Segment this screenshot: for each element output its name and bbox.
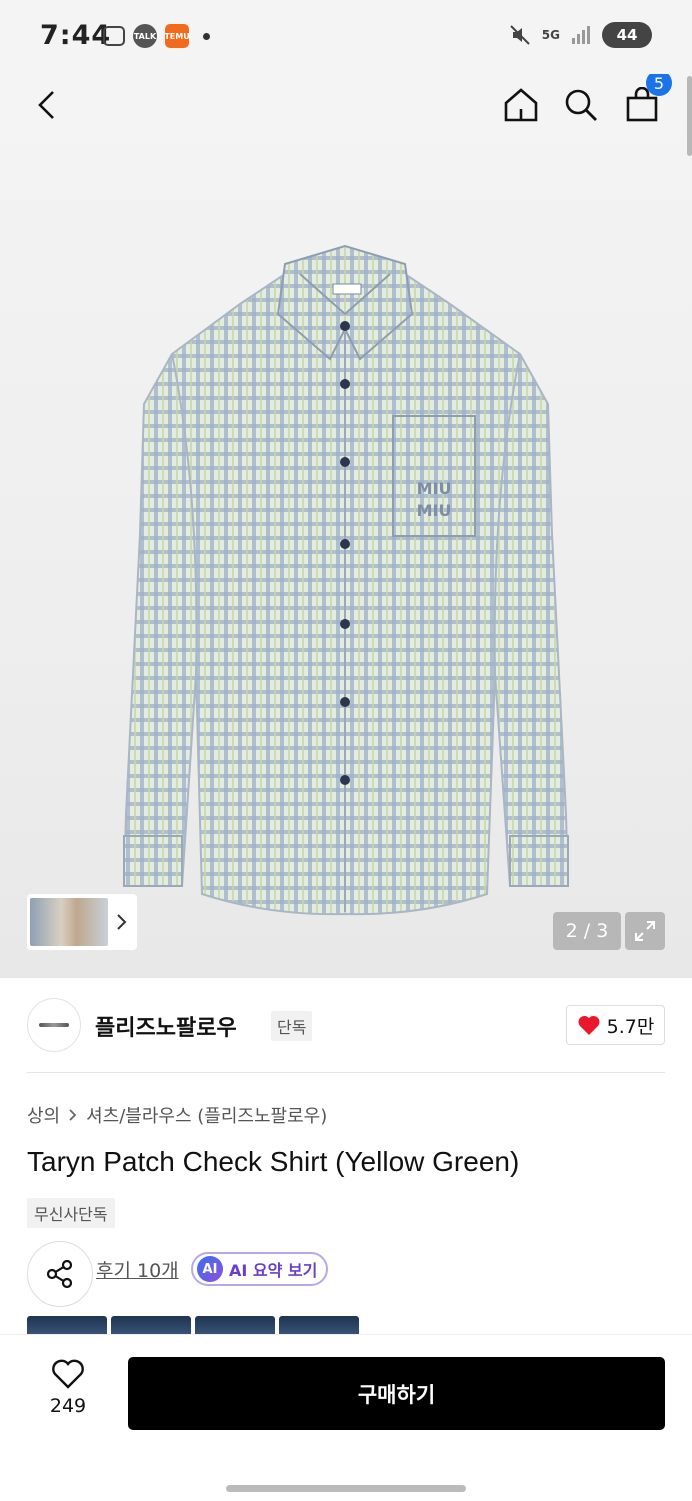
- review-photo[interactable]: [279, 1316, 359, 1336]
- chevron-right-icon: [69, 1109, 77, 1121]
- divider: [27, 1072, 665, 1073]
- review-photo-strip[interactable]: [27, 1316, 359, 1336]
- model-photo-thumbnail[interactable]: [27, 894, 137, 950]
- talk-icon: TALK: [133, 24, 157, 48]
- svg-text:MIU: MIU: [417, 479, 452, 498]
- share-icon: [46, 1259, 73, 1289]
- musinsa-exclusive-badge: 무신사단독: [27, 1198, 115, 1228]
- brand-like-button[interactable]: 5.7만: [566, 1005, 665, 1045]
- chevron-right-icon: [117, 914, 127, 930]
- product-title: Taryn Patch Check Shirt (Yellow Green): [27, 1146, 520, 1177]
- review-photo[interactable]: [195, 1316, 275, 1336]
- breadcrumb: 상의 셔츠/블라우스 (플리즈노팔로우): [27, 1102, 327, 1128]
- svg-text:MIU: MIU: [417, 501, 452, 520]
- home-indicator[interactable]: [226, 1485, 466, 1492]
- notification-dot-icon: [203, 32, 210, 40]
- ai-summary-button[interactable]: AI AI 요약 보기: [191, 1252, 328, 1286]
- battery-icon: 44: [602, 22, 652, 48]
- battery-level: 44: [616, 26, 638, 44]
- brand-like-count: 5.7만: [606, 1015, 655, 1038]
- status-left-icons: TALK TEMU: [103, 24, 210, 48]
- fullscreen-button[interactable]: [625, 912, 665, 950]
- temu-label: TEMU: [164, 31, 190, 41]
- network-label: 5G: [541, 28, 560, 42]
- brand-row: 플리즈노팔로우 단독 5.7만: [27, 998, 665, 1052]
- temu-icon: TEMU: [164, 24, 190, 48]
- heart-filled-icon: [578, 1015, 600, 1035]
- status-bar: 7:44 TALK TEMU 5G 44: [0, 0, 692, 74]
- review-photo[interactable]: [111, 1316, 191, 1336]
- product-image-gallery[interactable]: 5 MIU MIU 2 / 3: [0, 74, 692, 978]
- expand-icon: [635, 921, 655, 941]
- thumbnail-image: [30, 898, 108, 946]
- ai-summary-label: AI 요약 보기: [229, 1261, 318, 1280]
- gallery-icon: [103, 26, 125, 46]
- exclusive-tag: 단독: [271, 1011, 313, 1041]
- breadcrumb-category[interactable]: 상의: [27, 1102, 60, 1128]
- review-photo[interactable]: [27, 1316, 107, 1336]
- signal-icon: [572, 26, 590, 44]
- image-page-counter: 2 / 3: [553, 912, 621, 950]
- review-link[interactable]: 후기 10개: [96, 1256, 179, 1283]
- brand-name[interactable]: 플리즈노팔로우: [95, 1010, 237, 1042]
- product-image[interactable]: MIU MIU: [0, 74, 692, 978]
- bottom-purchase-bar: 249 구매하기: [0, 1334, 692, 1501]
- mute-icon: [510, 25, 530, 45]
- status-right: 5G 44: [508, 22, 652, 48]
- heart-outline-icon: [52, 1359, 84, 1389]
- talk-label: TALK: [133, 31, 157, 41]
- brand-logo-mark: [39, 1023, 69, 1027]
- breadcrumb-subcategory[interactable]: 셔츠/블라우스 (플리즈노팔로우): [86, 1102, 327, 1128]
- ai-icon: AI: [197, 1256, 223, 1282]
- wishlist-count: 249: [49, 1395, 87, 1417]
- brand-logo[interactable]: [27, 998, 81, 1052]
- wishlist-button[interactable]: 249: [40, 1359, 96, 1417]
- share-button[interactable]: [27, 1241, 93, 1307]
- buy-button[interactable]: 구매하기: [128, 1357, 665, 1430]
- status-time: 7:44: [40, 20, 112, 51]
